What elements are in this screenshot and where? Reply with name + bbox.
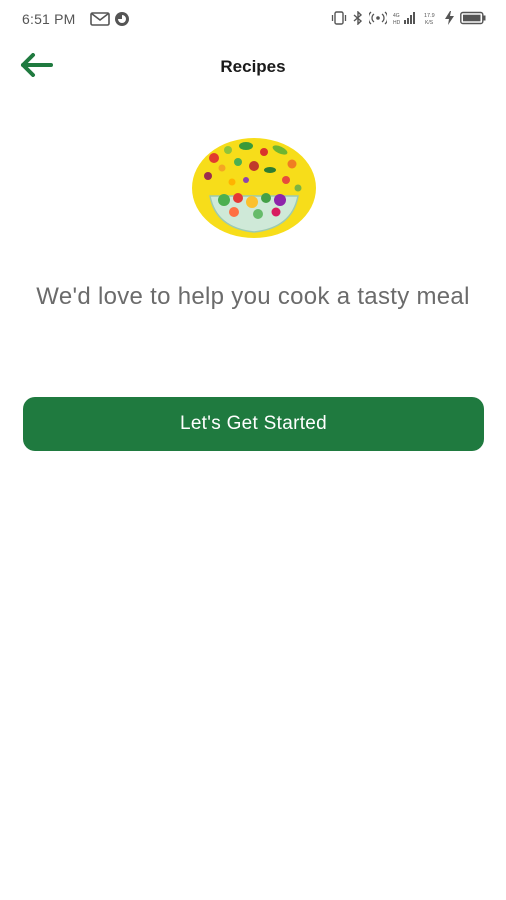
bluetooth-icon bbox=[353, 11, 363, 25]
status-bar: 6:51 PM 4G HD 17.9 K/S bbox=[0, 0, 506, 40]
data-speed-icon: 17.9 K/S bbox=[423, 11, 439, 25]
salad-bowl-illustration bbox=[188, 136, 320, 240]
signal-icon: 4G HD bbox=[393, 11, 417, 25]
vibrate-icon bbox=[331, 11, 347, 25]
svg-text:K/S: K/S bbox=[425, 20, 434, 25]
status-right-icons: 4G HD 17.9 K/S bbox=[331, 11, 486, 25]
status-time: 6:51 PM bbox=[22, 11, 76, 27]
status-left-icons bbox=[90, 11, 130, 27]
app-notification-icon bbox=[114, 11, 130, 27]
page-title: Recipes bbox=[220, 57, 286, 76]
gmail-icon bbox=[90, 12, 110, 26]
svg-text:HD: HD bbox=[393, 20, 401, 25]
charging-icon bbox=[445, 11, 454, 25]
svg-text:4G: 4G bbox=[393, 13, 400, 19]
get-started-button[interactable]: Let's Get Started bbox=[23, 397, 484, 451]
hotspot-icon bbox=[369, 11, 387, 25]
svg-text:17.9: 17.9 bbox=[424, 13, 435, 19]
welcome-message: We'd love to help you cook a tasty meal bbox=[36, 283, 470, 310]
battery-icon bbox=[460, 11, 486, 25]
app-bar: Recipes bbox=[0, 40, 506, 94]
